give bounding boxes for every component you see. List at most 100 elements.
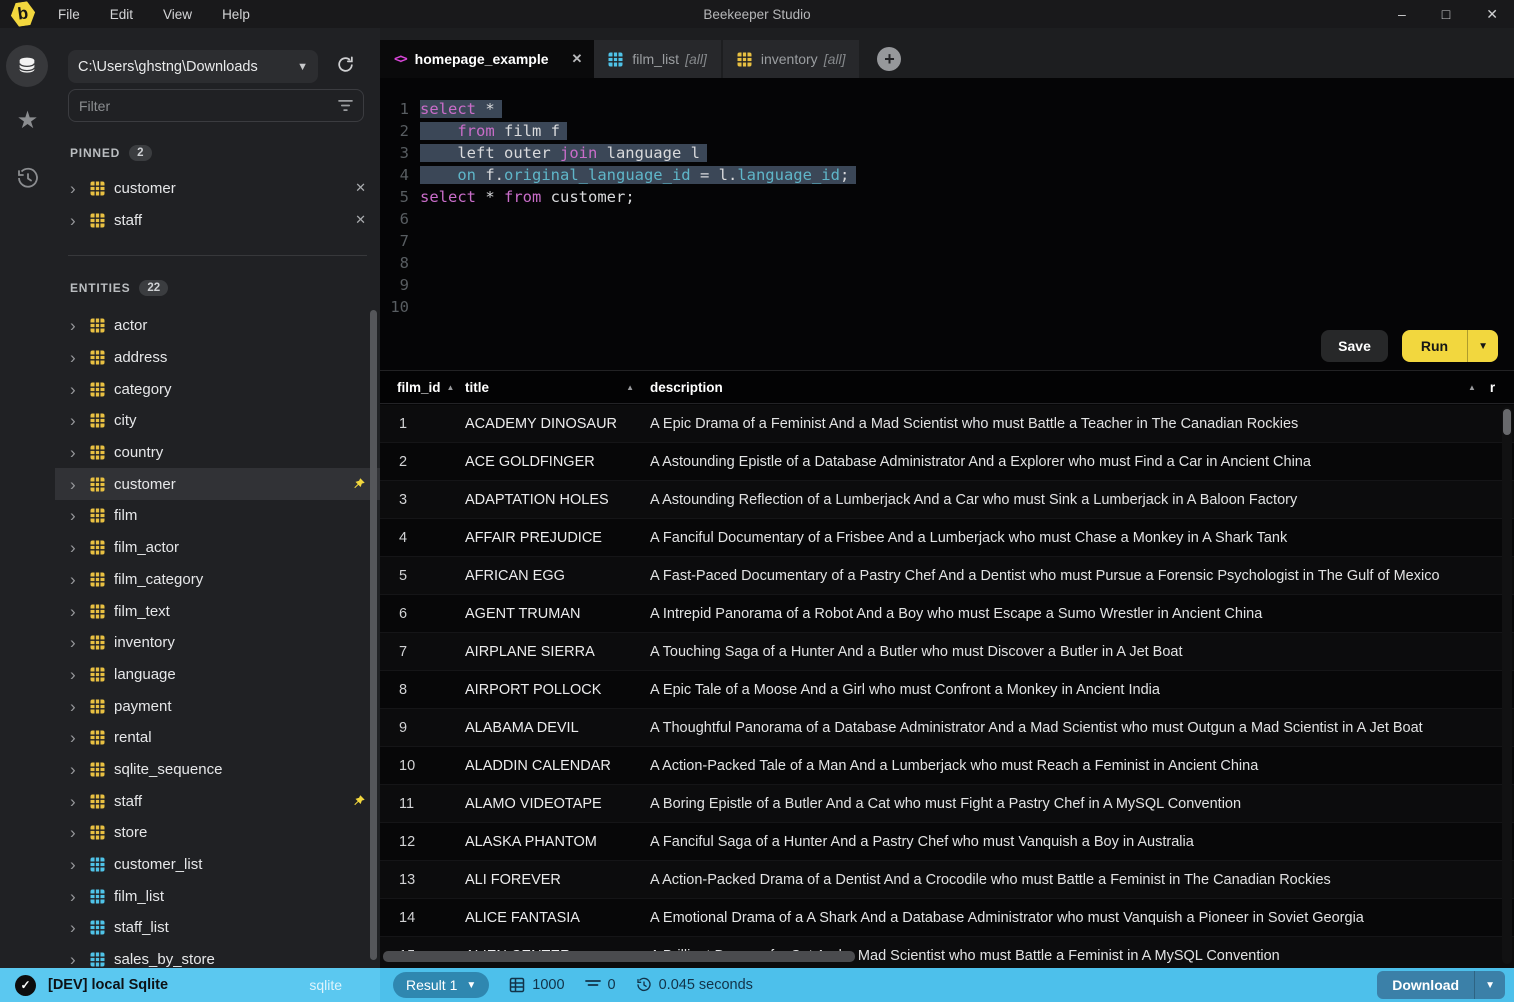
result-selector-button[interactable]: Result 1 ▼ — [393, 972, 490, 998]
menu-view[interactable]: View — [163, 7, 192, 22]
chevron-right-icon[interactable]: › — [70, 761, 90, 778]
entity-item-payment[interactable]: › payment — [55, 690, 380, 722]
pin-icon[interactable] — [352, 794, 366, 808]
unpin-close-icon[interactable]: ✕ — [355, 180, 366, 196]
table-row[interactable]: 8 AIRPORT POLLOCK A Epic Tale of a Moose A… — [380, 671, 1514, 709]
cell-title[interactable]: ALABAMA DEVIL — [465, 720, 650, 736]
chevron-right-icon[interactable]: › — [70, 539, 90, 556]
chevron-right-icon[interactable]: › — [70, 507, 90, 524]
cell-description[interactable]: A Thoughtful Panorama of a Database Admi… — [650, 720, 1514, 736]
chevron-right-icon[interactable]: › — [70, 381, 90, 398]
favorites-panel-button[interactable]: ★ — [0, 106, 55, 135]
tab-homepage_example[interactable]: <> homepage_example ✕ — [380, 40, 595, 78]
chevron-right-icon[interactable]: › — [70, 317, 90, 334]
chevron-right-icon[interactable]: › — [70, 571, 90, 588]
entity-item-customer_list[interactable]: › customer_list — [55, 849, 380, 881]
chevron-right-icon[interactable]: › — [70, 888, 90, 905]
entity-item-sales_by_store[interactable]: › sales_by_store — [55, 944, 380, 968]
entity-item-language[interactable]: › language — [55, 659, 380, 691]
entity-item-film_actor[interactable]: › film_actor — [55, 532, 380, 564]
tab-close-icon[interactable]: ✕ — [572, 51, 583, 67]
cell-description[interactable]: A Fanciful Saga of a Hunter And a Pastry… — [650, 834, 1514, 850]
pinned-item-staff[interactable]: › staff ✕ — [55, 204, 380, 236]
run-dropdown-button[interactable]: ▼ — [1467, 330, 1498, 362]
cell-description[interactable]: A Astounding Epistle of a Database Admin… — [650, 454, 1514, 470]
entity-item-customer[interactable]: › customer — [55, 468, 380, 501]
cell-film-id[interactable]: 14 — [380, 910, 465, 926]
entity-item-inventory[interactable]: › inventory — [55, 627, 380, 659]
entity-item-staff[interactable]: › staff — [55, 785, 380, 817]
chevron-right-icon[interactable]: › — [70, 729, 90, 746]
entity-item-rental[interactable]: › rental — [55, 722, 380, 754]
cell-title[interactable]: AFRICAN EGG — [465, 568, 650, 584]
cell-title[interactable]: ADAPTATION HOLES — [465, 492, 650, 508]
chevron-right-icon[interactable]: › — [70, 603, 90, 620]
tab-inventory[interactable]: inventory [all] — [722, 40, 862, 78]
entity-item-category[interactable]: › category — [55, 373, 380, 405]
table-row[interactable]: 5 AFRICAN EGG A Fast-Paced Documentary of … — [380, 557, 1514, 595]
table-row[interactable]: 3 ADAPTATION HOLES A Astounding Reflection… — [380, 481, 1514, 519]
cell-description[interactable]: A Boring Epistle of a Butler And a Cat w… — [650, 796, 1514, 812]
chevron-right-icon[interactable]: › — [70, 349, 90, 366]
cell-description[interactable]: A Intrepid Panorama of a Robot And a Boy… — [650, 606, 1514, 622]
cell-film-id[interactable]: 8 — [380, 682, 465, 698]
chevron-right-icon[interactable]: › — [70, 824, 90, 841]
column-header-film-id[interactable]: film_id ▲ — [380, 380, 465, 395]
chevron-right-icon[interactable]: › — [70, 634, 90, 651]
cell-description[interactable]: A Fast-Paced Documentary of a Pastry Che… — [650, 568, 1514, 584]
connection-select[interactable]: C:\Users\ghstng\Downloads ▼ — [68, 50, 318, 83]
database-panel-button[interactable] — [6, 45, 48, 87]
column-header-title[interactable]: title ▲ — [465, 380, 650, 395]
table-row[interactable]: 13 ALI FOREVER A Action-Packed Drama of a … — [380, 861, 1514, 899]
entity-item-film_text[interactable]: › film_text — [55, 595, 380, 627]
tab-film_list[interactable]: film_list [all] — [594, 40, 723, 78]
entity-item-city[interactable]: › city — [55, 405, 380, 437]
entity-item-film_list[interactable]: › film_list — [55, 880, 380, 912]
run-button-label[interactable]: Run — [1402, 330, 1467, 362]
entity-item-country[interactable]: › country — [55, 437, 380, 469]
cell-title[interactable]: ALAMO VIDEOTAPE — [465, 796, 650, 812]
cell-film-id[interactable]: 1 — [380, 416, 465, 432]
table-row[interactable]: 7 AIRPLANE SIERRA A Touching Saga of a Hun… — [380, 633, 1514, 671]
menu-help[interactable]: Help — [222, 7, 250, 22]
table-row[interactable]: 2 ACE GOLDFINGER A Astounding Epistle of a… — [380, 443, 1514, 481]
unpin-close-icon[interactable]: ✕ — [355, 212, 366, 228]
chevron-right-icon[interactable]: › — [70, 180, 90, 197]
cell-film-id[interactable]: 12 — [380, 834, 465, 850]
cell-film-id[interactable]: 3 — [380, 492, 465, 508]
cell-description[interactable]: A Emotional Drama of a A Shark And a Dat… — [650, 910, 1514, 926]
run-button[interactable]: Run ▼ — [1401, 330, 1498, 362]
cell-title[interactable]: ACADEMY DINOSAUR — [465, 416, 650, 432]
save-button[interactable]: Save — [1321, 330, 1388, 362]
entity-item-actor[interactable]: › actor — [55, 310, 380, 342]
chevron-right-icon[interactable]: › — [70, 476, 90, 493]
cell-film-id[interactable]: 9 — [380, 720, 465, 736]
new-tab-button[interactable]: + — [877, 47, 902, 71]
cell-description[interactable]: A Fanciful Documentary of a Frisbee And … — [650, 530, 1514, 546]
table-row[interactable]: 9 ALABAMA DEVIL A Thoughtful Panorama of a… — [380, 709, 1514, 747]
cell-title[interactable]: ALASKA PHANTOM — [465, 834, 650, 850]
pinned-item-customer[interactable]: › customer ✕ — [55, 172, 380, 204]
cell-film-id[interactable]: 7 — [380, 644, 465, 660]
chevron-right-icon[interactable]: › — [70, 698, 90, 715]
table-row[interactable]: 6 AGENT TRUMAN A Intrepid Panorama of a Ro… — [380, 595, 1514, 633]
sql-editor[interactable]: 1 select * 2 from film f3 left outer join … — [380, 78, 1514, 370]
cell-description[interactable]: A Action-Packed Drama of a Dentist And a… — [650, 872, 1514, 888]
entity-item-store[interactable]: › store — [55, 817, 380, 849]
cell-title[interactable]: AGENT TRUMAN — [465, 606, 650, 622]
cell-film-id[interactable]: 6 — [380, 606, 465, 622]
cell-title[interactable]: ALI FOREVER — [465, 872, 650, 888]
cell-title[interactable]: AFFAIR PREJUDICE — [465, 530, 650, 546]
chevron-right-icon[interactable]: › — [70, 444, 90, 461]
download-dropdown-button[interactable]: ▼ — [1474, 971, 1505, 999]
cell-film-id[interactable]: 10 — [380, 758, 465, 774]
entity-item-film_category[interactable]: › film_category — [55, 564, 380, 596]
column-header-description[interactable]: description — [650, 380, 1468, 395]
cell-description[interactable]: A Epic Drama of a Feminist And a Mad Sci… — [650, 416, 1514, 432]
pin-icon[interactable] — [352, 477, 366, 491]
cell-description[interactable]: A Astounding Reflection of a Lumberjack … — [650, 492, 1514, 508]
maximize-icon[interactable]: □ — [1442, 6, 1450, 22]
entity-item-staff_list[interactable]: › staff_list — [55, 912, 380, 944]
vertical-scrollbar-thumb[interactable] — [1503, 409, 1511, 435]
history-panel-button[interactable] — [0, 166, 55, 190]
